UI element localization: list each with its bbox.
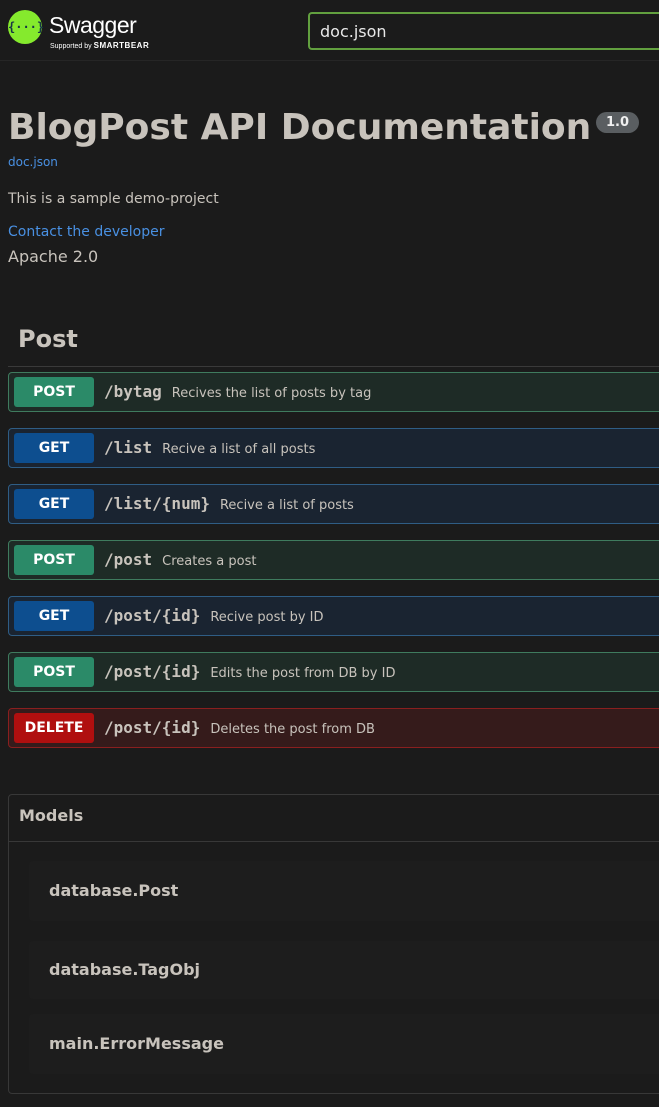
swagger-logo-icon: {···} [8,10,44,44]
model-main-errormessage[interactable]: main.ErrorMessage [29,1014,659,1074]
operation-summary: Recive post by ID [210,610,324,625]
model-name: database.TagObj [49,960,201,979]
method-badge: POST [14,545,94,575]
operation-delete-post-id[interactable]: DELETE /post/{id} Deletes the post from D… [8,708,659,748]
operation-get-list-num[interactable]: GET /list/{num} Recive a list of posts [8,484,659,524]
top-bar: {···} Swagger Supported by SMARTBEAR [0,0,659,61]
operation-post-post[interactable]: POST /post Creates a post [8,540,659,580]
operation-summary: Edits the post from DB by ID [210,666,396,681]
operation-path: /post/{id} [104,606,201,625]
api-title: BlogPost API Documentation [8,107,592,148]
api-description: This is a sample demo-project [8,191,219,207]
operation-path: /list [104,438,153,457]
contact-link[interactable]: Contact the developer [8,224,164,240]
operation-get-post-id[interactable]: GET /post/{id} Recive post by ID [8,596,659,636]
operation-summary: Recives the list of posts by tag [171,386,372,401]
method-badge: GET [14,489,94,519]
swagger-wordmark: Swagger [49,12,137,38]
method-badge: DELETE [14,713,94,743]
operation-post-bytag[interactable]: POST /bytag Recives the list of posts by … [8,372,659,412]
license-text: Apache 2.0 [8,247,99,266]
operation-summary: Creates a post [162,554,257,569]
spec-url-input[interactable] [308,12,659,50]
operation-path: /list/{num} [104,494,210,513]
version-badge: 1.0 [596,112,639,133]
model-name: database.Post [49,881,179,900]
models-header[interactable]: Models [9,795,659,842]
method-badge: POST [14,657,94,687]
method-badge: GET [14,433,94,463]
operation-get-list[interactable]: GET /list Recive a list of all posts [8,428,659,468]
operation-path: /bytag [104,382,162,401]
operation-path: /post/{id} [104,718,201,737]
swagger-logo[interactable]: {···} Swagger Supported by SMARTBEAR [8,10,158,52]
operation-summary: Recive a list of all posts [162,442,316,457]
operation-path: /post [104,550,153,569]
logo-tagline-brand: SMARTBEAR [93,41,150,50]
spec-link[interactable]: doc.json [8,155,58,169]
method-badge: GET [14,601,94,631]
model-database-post[interactable]: database.Post [29,861,659,921]
models-title: Models [19,806,84,825]
model-database-tagobj[interactable]: database.TagObj [29,941,659,999]
operation-summary: Recive a list of posts [219,498,354,513]
operation-post-post-id[interactable]: POST /post/{id} Edits the post from DB by… [8,652,659,692]
operation-path: /post/{id} [104,662,201,681]
operation-summary: Deletes the post from DB [210,722,375,737]
logo-tagline: Supported by SMARTBEAR [50,41,149,50]
models-section: Models database.Post database.TagObj mai… [8,794,659,1094]
model-name: main.ErrorMessage [49,1034,224,1053]
tag-heading-post[interactable]: Post [18,325,78,353]
logo-tagline-prefix: Supported by [50,43,92,50]
method-badge: POST [14,377,94,407]
tag-divider [8,366,659,367]
